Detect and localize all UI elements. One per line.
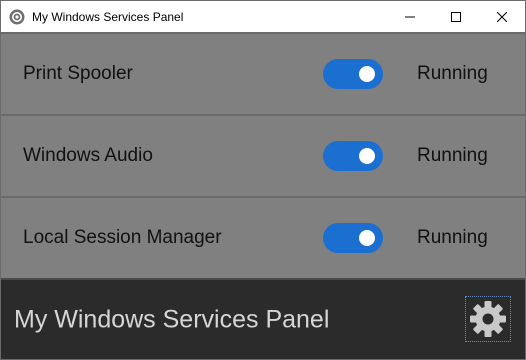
toggle-knob [359,230,375,246]
service-toggle[interactable] [323,59,383,89]
toggle-knob [359,148,375,164]
service-row-windows-audio: Windows Audio Running [1,114,525,196]
footer-bar: My Windows Services Panel [1,278,525,359]
title-bar[interactable]: My Windows Services Panel [1,1,525,32]
maximize-icon [451,11,461,22]
service-toggle[interactable] [323,141,383,171]
minimize-button[interactable] [387,1,433,32]
footer-title: My Windows Services Panel [14,305,330,333]
service-status: Running [417,227,488,248]
close-button[interactable] [479,1,525,32]
app-window: My Windows Services Panel Print Spooler … [0,0,526,360]
minimize-icon [405,16,415,17]
caption-buttons [387,1,525,32]
app-icon[interactable] [9,9,25,25]
service-row-local-session-manager: Local Session Manager Running [1,196,525,278]
window-title: My Windows Services Panel [32,9,184,24]
service-status: Running [417,145,488,166]
service-name: Windows Audio [23,145,153,166]
close-icon [497,11,507,22]
toggle-knob [359,66,375,82]
maximize-button[interactable] [433,1,479,32]
services-list: Print Spooler Running Windows Audio Runn… [1,32,525,278]
service-status: Running [417,63,488,84]
gear-icon [470,301,506,337]
service-name: Print Spooler [23,63,133,84]
service-toggle[interactable] [323,223,383,253]
service-name: Local Session Manager [23,227,222,248]
settings-button[interactable] [465,296,511,342]
service-row-print-spooler: Print Spooler Running [1,32,525,114]
